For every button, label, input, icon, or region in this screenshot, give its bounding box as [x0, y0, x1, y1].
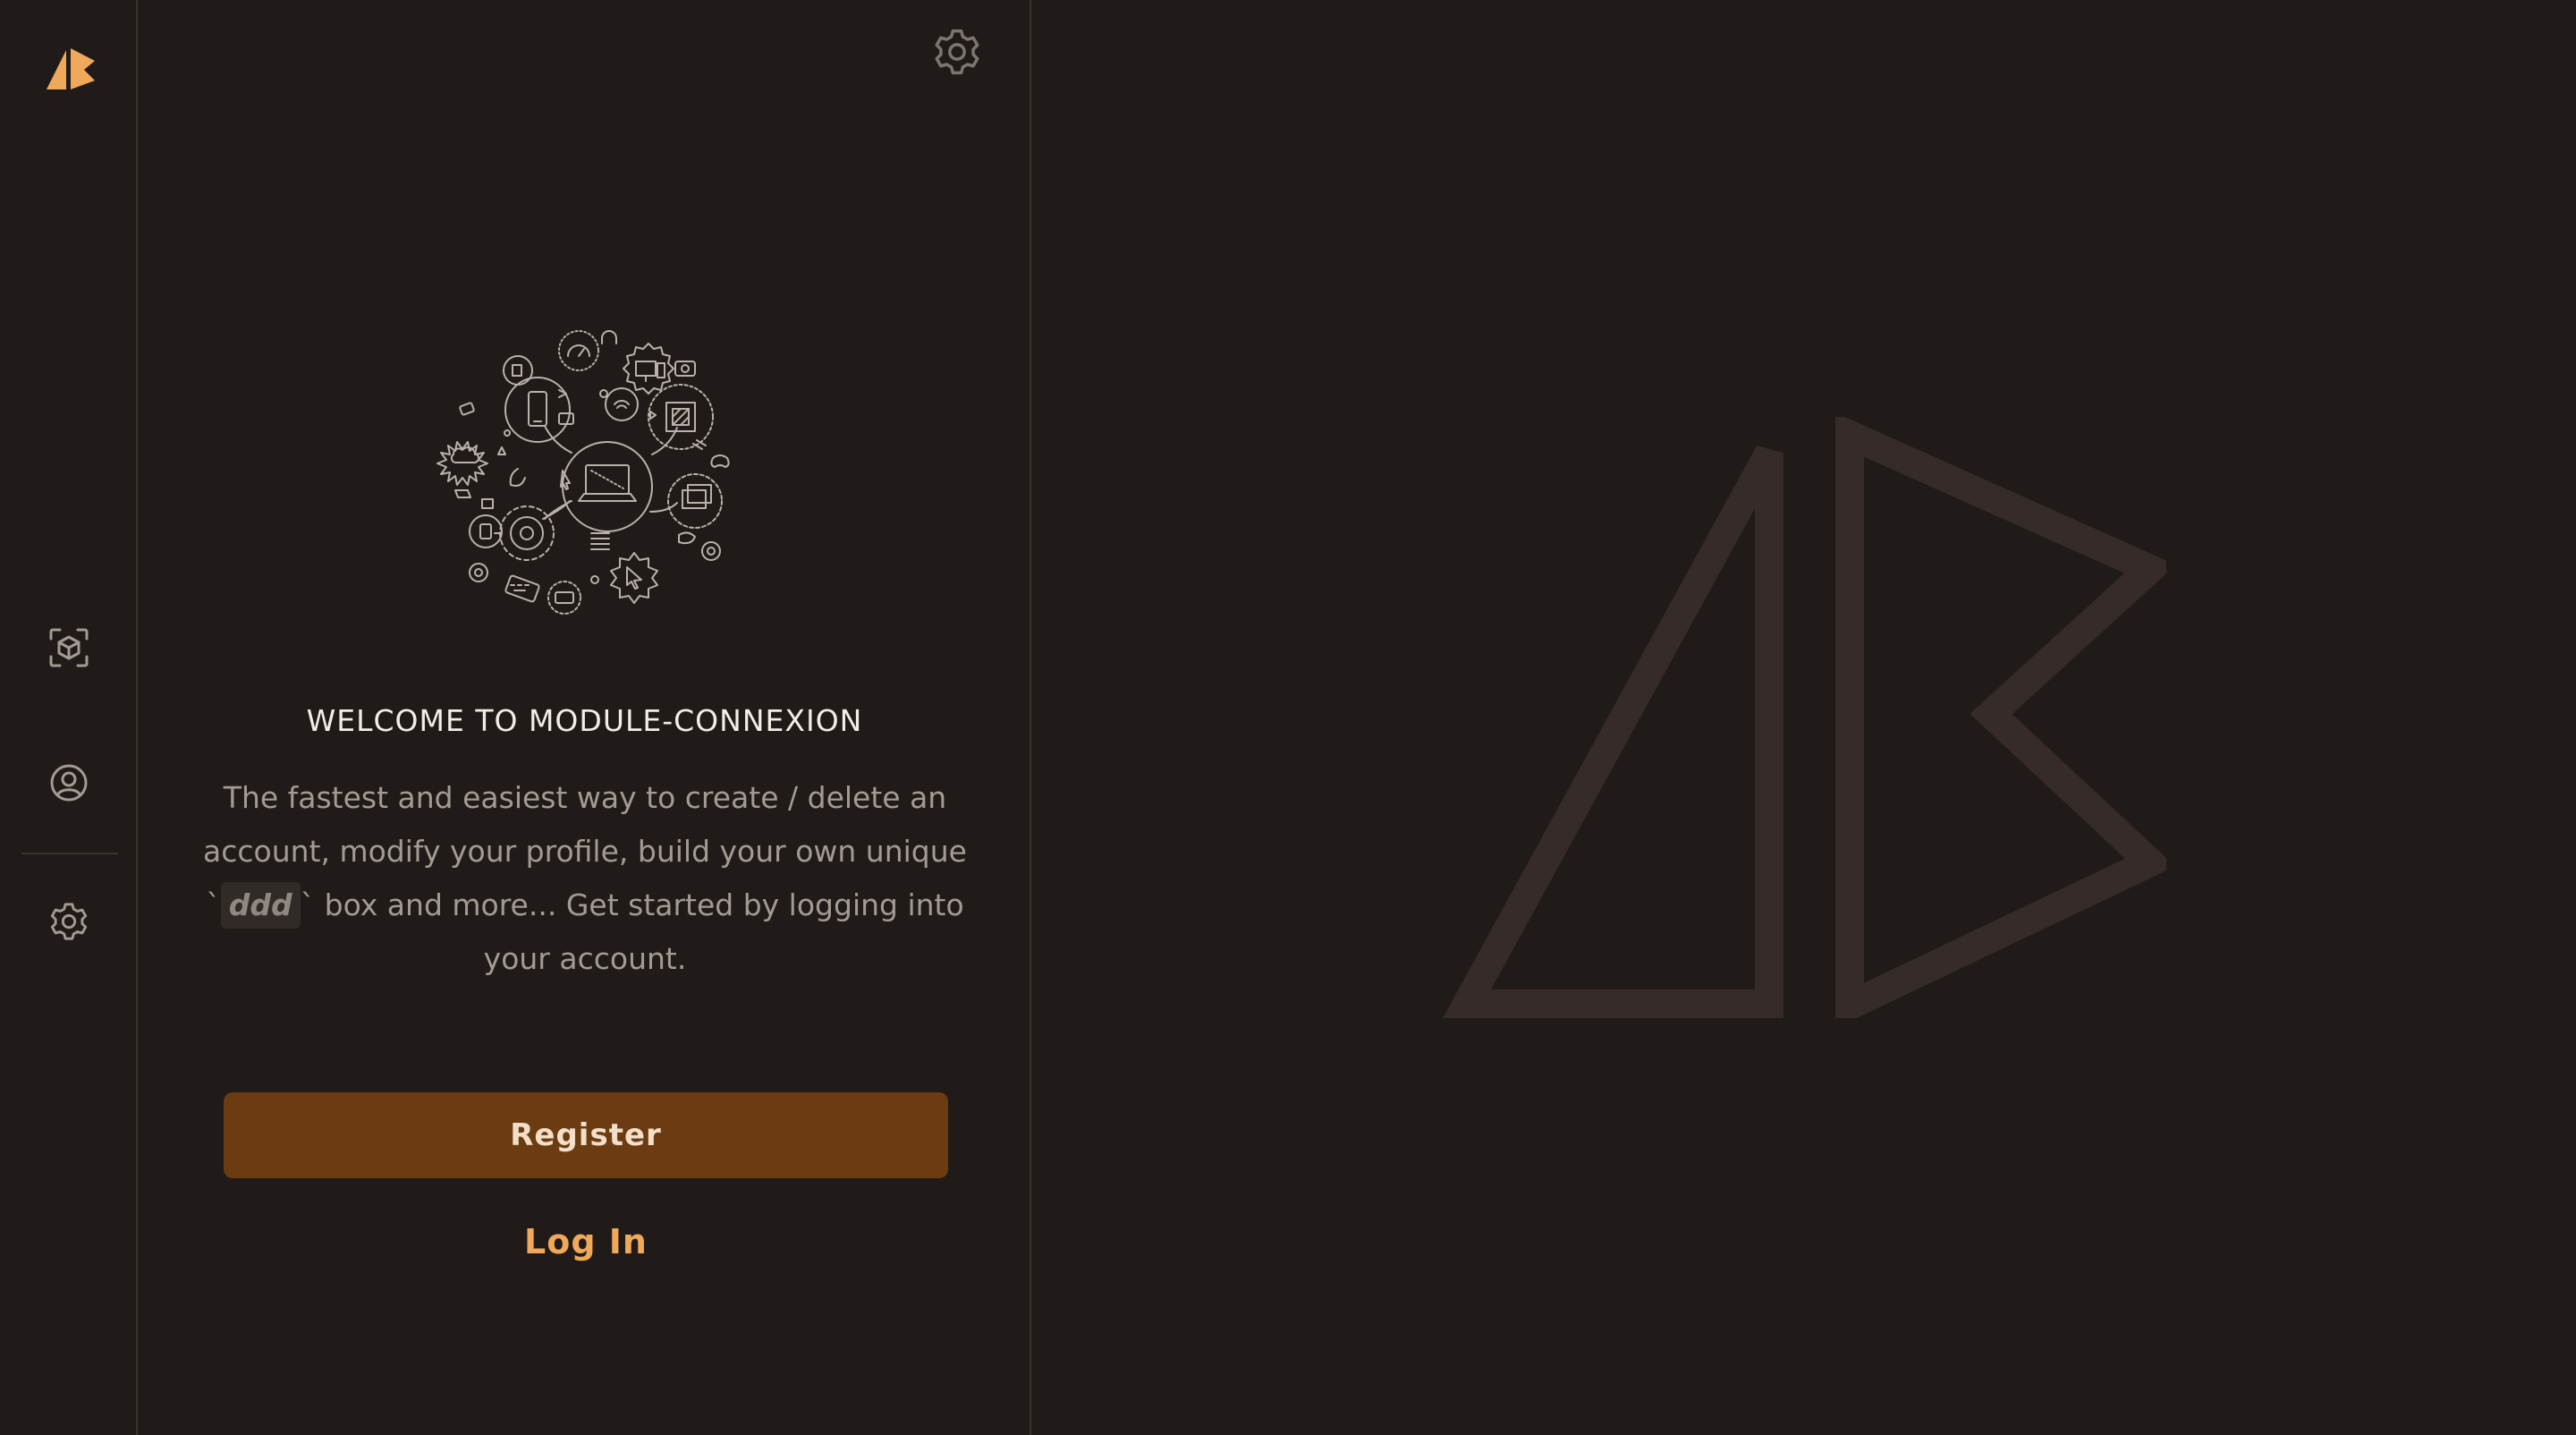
welcome-panel: WELCOME TO MODULE-CONNEXION The fastest … — [138, 0, 1031, 1435]
register-button[interactable]: Register — [224, 1092, 948, 1178]
cube-scan-icon — [47, 626, 90, 673]
gear-icon — [48, 901, 89, 946]
welcome-description: The fastest and easiest way to create / … — [200, 771, 970, 986]
gear-icon — [932, 27, 982, 81]
tech-devices-illustration — [428, 311, 738, 616]
rail-divider — [21, 853, 118, 854]
rail-item-box-builder[interactable] — [42, 623, 96, 676]
inline-code: ddd — [220, 882, 301, 929]
brand-logo-icon[interactable] — [45, 45, 95, 91]
app-window: WELCOME TO MODULE-CONNEXION The fastest … — [0, 0, 2576, 1435]
brand-logo-outline-icon — [1440, 412, 2176, 1029]
side-rail — [0, 0, 138, 1435]
panel-settings-button[interactable] — [930, 27, 984, 81]
user-circle-icon — [47, 761, 90, 808]
welcome-title: WELCOME TO MODULE-CONNEXION — [306, 703, 863, 738]
login-link[interactable]: Log In — [224, 1206, 948, 1278]
description-text-end: ` box and more... Get started by logging… — [300, 887, 964, 976]
rail-item-settings[interactable] — [42, 896, 96, 950]
rail-item-profile[interactable] — [42, 758, 96, 811]
